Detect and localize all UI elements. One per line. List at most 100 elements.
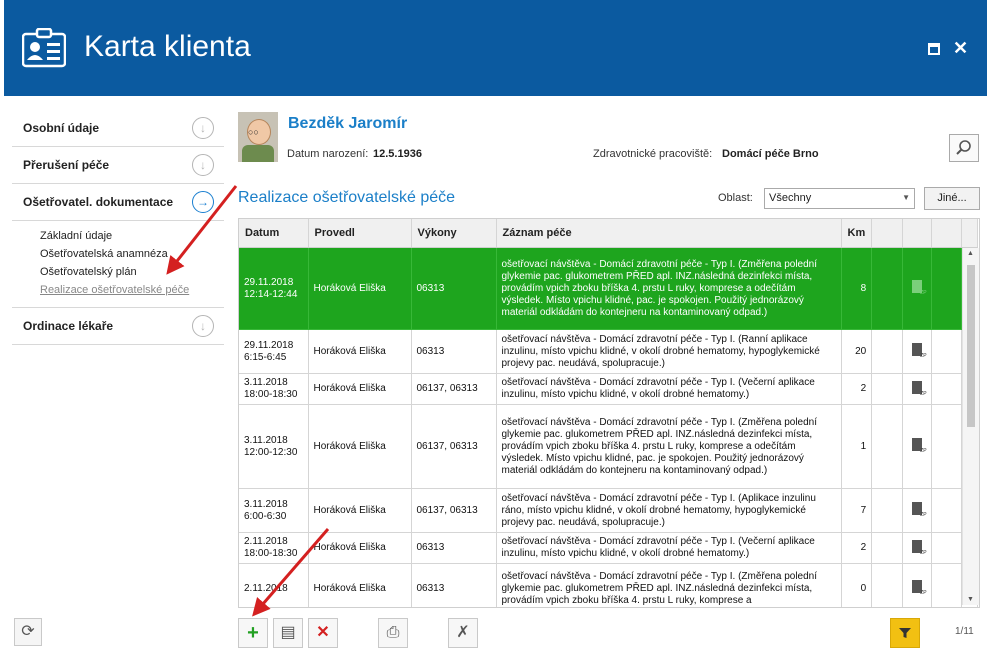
document-zp-icon[interactable] <box>912 380 927 400</box>
sidebar-subitems: Základní údaje Ošetřovatelská anamnéza O… <box>12 221 224 308</box>
avatar-glasses: ○○ <box>248 127 259 137</box>
maximize-button[interactable] <box>927 40 941 56</box>
table-row[interactable]: 29.11.2018 12:14-12:44 Horáková Eliška 0631… <box>239 247 979 330</box>
jine-button[interactable]: Jiné... <box>924 187 980 210</box>
delete-x-icon: ✕ <box>316 624 330 641</box>
cell-doc <box>902 373 933 405</box>
window-title: Karta klienta <box>84 30 251 63</box>
sidebar-item-ordinace-lekare[interactable]: Ordinace lékaře ↓ <box>12 308 224 345</box>
cell-datum: 29.11.2018 12:14-12:44 <box>239 247 309 330</box>
refresh-button[interactable]: ⟳ <box>14 618 42 646</box>
sidebar-item-label: Ošetřovatel. dokumentace <box>23 195 174 209</box>
oblast-value: Všechny <box>769 192 812 204</box>
oblast-label: Oblast: <box>718 192 753 204</box>
wrench-icon: ✗ <box>456 624 470 641</box>
cell-km: 2 <box>841 373 873 405</box>
col-header-zaznam[interactable]: Záznam péče <box>496 219 842 248</box>
cell-doc <box>902 329 933 374</box>
cell-date: 3.11.2018 <box>244 498 288 510</box>
sidebar: Osobní údaje ↓ Přerušení péče ↓ Ošetřova… <box>12 110 224 345</box>
scroll-down-icon[interactable]: ▼ <box>967 596 974 603</box>
subitem-zakladni-udaje[interactable]: Základní údaje <box>40 227 224 245</box>
document-zp-icon[interactable] <box>912 502 927 521</box>
sidebar-item-osobni-udaje[interactable]: Osobní údaje ↓ <box>12 110 224 147</box>
workplace-value: Domácí péče Brno <box>722 148 819 160</box>
table-row[interactable]: 2.11.2018 18:00-18:30 Horáková Eliška 06313… <box>239 532 979 564</box>
plus-icon: + <box>247 622 259 644</box>
cell-provedl: Horáková Eliška <box>308 563 412 607</box>
vertical-scrollbar[interactable]: ▲ ▼ <box>962 248 979 605</box>
chevron-down-icon: ▼ <box>902 193 910 202</box>
table-row[interactable]: 3.11.2018 12:00-12:30 Horáková Eliška 06137… <box>239 404 979 489</box>
cell-zaznam: ošetřovací návštěva - Domácí zdravotní p… <box>496 488 842 533</box>
cell-blank <box>931 532 963 564</box>
cell-vykony: 06313 <box>411 532 497 564</box>
table-row[interactable]: 2.11.2018 Horáková Eliška 06313 ošetřovací … <box>239 563 979 607</box>
cell-blank <box>871 373 904 405</box>
care-records-table: Datum Provedl Výkony Záznam péče Km 29.1… <box>238 218 980 608</box>
cell-provedl: Horáková Eliška <box>308 373 412 405</box>
cell-time: 6:00-6:30 <box>244 510 287 522</box>
document-zp-icon[interactable] <box>912 343 927 362</box>
close-button[interactable]: ✕ <box>953 39 968 57</box>
cell-vykony: 06313 <box>411 563 497 607</box>
workplace-label: Zdravotnické pracoviště: <box>593 148 713 160</box>
cell-datum: 3.11.2018 12:00-12:30 <box>239 404 309 489</box>
scroll-up-icon[interactable]: ▲ <box>967 250 974 257</box>
scrollbar-thumb[interactable] <box>967 265 975 427</box>
col-header-provedl[interactable]: Provedl <box>308 219 412 248</box>
cell-datum: 2.11.2018 <box>239 563 309 607</box>
chevron-down-icon: ↓ <box>192 154 214 176</box>
page-indicator: 1/11 <box>955 626 974 637</box>
subitem-realizace[interactable]: Realizace ošetřovatelské péče <box>40 281 224 299</box>
cell-zaznam: ošetřovací návštěva - Domácí zdravotní p… <box>496 532 842 564</box>
refresh-icon: ⟳ <box>21 623 35 640</box>
oblast-select[interactable]: Všechny ▼ <box>764 188 915 209</box>
tools-button[interactable]: ✗ <box>448 618 478 648</box>
table-header-row: Datum Provedl Výkony Záznam péče Km <box>239 219 979 248</box>
cell-zaznam: ošetřovací návštěva - Domácí zdravotní p… <box>496 404 842 489</box>
cell-blank <box>931 404 963 489</box>
document-zp-icon[interactable] <box>912 438 927 457</box>
sidebar-item-preruseni-pece[interactable]: Přerušení péče ↓ <box>12 147 224 184</box>
edit-button[interactable]: ▤ <box>273 618 303 648</box>
delete-button[interactable]: ✕ <box>308 618 338 648</box>
filter-button[interactable] <box>890 618 920 648</box>
cell-doc <box>902 247 933 330</box>
cell-provedl: Horáková Eliška <box>308 488 412 533</box>
search-button[interactable] <box>949 134 979 162</box>
cell-vykony: 06137, 06313 <box>411 488 497 533</box>
cell-date: 29.11.2018 <box>244 339 294 351</box>
sidebar-item-osetrovatel-dokumentace[interactable]: Ošetřovatel. dokumentace → <box>12 184 224 221</box>
cell-provedl: Horáková Eliška <box>308 404 412 489</box>
table-row[interactable]: 29.11.2018 6:15-6:45 Horáková Eliška 06313 o… <box>239 329 979 374</box>
cell-blank <box>871 247 904 330</box>
cell-zaznam: ošetřovací návštěva - Domácí zdravotní p… <box>496 329 842 374</box>
col-header-km[interactable]: Km <box>841 219 873 248</box>
cell-date: 3.11.2018 <box>244 434 288 446</box>
sidebar-item-label: Přerušení péče <box>23 158 110 172</box>
cell-vykony: 06313 <box>411 329 497 374</box>
cell-blank <box>931 488 963 533</box>
dob-value: 12.5.1936 <box>373 148 422 160</box>
cell-doc <box>902 488 933 533</box>
subitem-anamneza[interactable]: Ošetřovatelská anamnéza <box>40 245 224 263</box>
dob-label: Datum narození: <box>287 148 369 160</box>
cell-km: 1 <box>841 404 873 489</box>
search-icon <box>956 140 971 155</box>
document-zp-icon[interactable] <box>912 580 927 599</box>
table-row[interactable]: 3.11.2018 18:00-18:30 Horáková Eliška 06137… <box>239 373 979 405</box>
col-header-datum[interactable]: Datum <box>239 219 309 248</box>
print-button[interactable]: ⎙ <box>378 618 408 648</box>
subitem-plan[interactable]: Ošetřovatelský plán <box>40 263 224 281</box>
printer-icon: ⎙ <box>386 624 400 641</box>
table-row[interactable]: 3.11.2018 6:00-6:30 Horáková Eliška 06137, … <box>239 488 979 533</box>
cell-time: 12:14-12:44 <box>244 288 298 300</box>
document-zp-icon[interactable] <box>912 539 927 559</box>
add-button[interactable]: + <box>238 618 268 648</box>
cell-km: 0 <box>841 563 873 607</box>
col-header-vykony[interactable]: Výkony <box>411 219 497 248</box>
document-zp-icon[interactable] <box>912 280 927 299</box>
cell-km: 2 <box>841 532 873 564</box>
cell-blank <box>931 563 963 607</box>
